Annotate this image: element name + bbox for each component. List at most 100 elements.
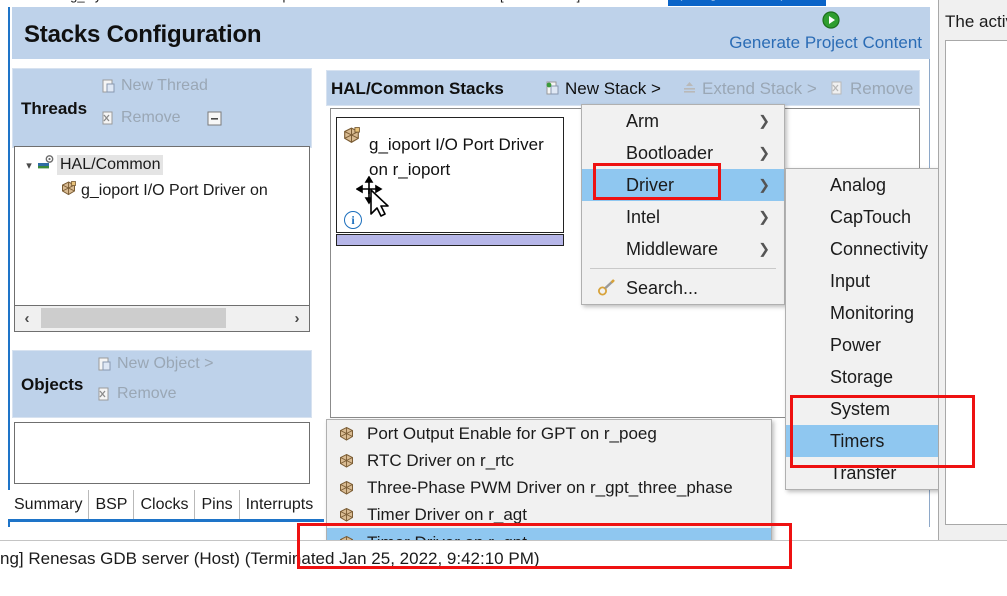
play-circle-green-icon — [822, 11, 840, 29]
menu-item-label: Storage — [830, 367, 893, 388]
new-stack-icon — [545, 81, 560, 96]
tree-item-label: g_ioport I/O Port Driver on — [81, 182, 268, 200]
page-title: Stacks Configuration — [24, 21, 261, 49]
menu-item-label: CapTouch — [830, 207, 911, 228]
tab-pins[interactable]: Pins — [195, 490, 239, 520]
move-cursor-icon — [356, 176, 392, 216]
chevron-left-icon[interactable]: ‹ — [15, 306, 39, 330]
new-stack-button[interactable]: New Stack > — [565, 79, 661, 99]
tab-active-underline — [8, 519, 324, 522]
module-icon — [339, 480, 354, 495]
chevron-right-icon: ❯ — [758, 241, 770, 258]
properties-description-text: The activ — [945, 12, 1007, 32]
menu-item-label: Analog — [830, 175, 886, 196]
threads-tree[interactable]: ▾ HAL/Common g_ioport I/O Port Driver — [14, 146, 310, 306]
chevron-right-icon: ❯ — [758, 209, 770, 226]
hal-common-icon — [37, 155, 57, 175]
menu-item-search[interactable]: Search... — [582, 272, 784, 304]
objects-panel-label: Objects — [21, 375, 83, 395]
menu-item-label: Connectivity — [830, 239, 928, 260]
collapse-all-icon[interactable] — [207, 111, 222, 126]
stacks-header-band: HAL/Common Stacks New Stack > Extend Sta… — [326, 70, 920, 106]
menu-item-label: Middleware — [626, 239, 718, 260]
tab-active-configuration[interactable]: (configuration.xml) — [668, 0, 826, 6]
remove-stack-button[interactable]: Remove — [850, 79, 913, 99]
generate-project-content-link[interactable]: Generate Project Content — [729, 33, 922, 53]
tree-item-label: HAL/Common — [57, 155, 163, 175]
menu-item-label: Intel — [626, 207, 660, 228]
chevron-right-icon[interactable]: › — [285, 306, 309, 330]
menu-separator — [590, 268, 776, 269]
tab-main-c[interactable]: main.c — [400, 0, 438, 3]
status-bar-text: ng] Renesas GDB server (Host) (Terminate… — [0, 549, 540, 569]
menu-item-label: Input — [830, 271, 870, 292]
new-object-icon — [97, 357, 112, 372]
tab-interrupts[interactable]: Interrupts — [240, 490, 320, 520]
menu-item-label: Arm — [626, 111, 659, 132]
module-icon — [343, 127, 360, 149]
menu-item-port-output-enable-poeg[interactable]: Port Output Enable for GPT on r_poeg — [327, 420, 771, 447]
status-bar: ng] Renesas GDB server (Host) (Terminate… — [0, 540, 1007, 596]
tab-summary[interactable]: Summary — [8, 490, 89, 520]
menu-item-timer-driver-agt[interactable]: Timer Driver on r_agt — [327, 501, 771, 528]
remove-stack-icon — [830, 81, 845, 96]
remove-object-icon — [97, 387, 112, 402]
tree-item-hal-common[interactable]: ▾ HAL/Common — [21, 153, 163, 177]
menu-item-label: Port Output Enable for GPT on r_poeg — [367, 424, 657, 444]
tab-cfg-layout[interactable]: cfg_layout — [60, 0, 119, 3]
app-root: cfg_layout startup main.c [Renesas RA] (… — [0, 0, 1007, 596]
menu-item-label: Transfer — [830, 463, 896, 484]
menu-item-middleware[interactable]: Middleware ❯ — [582, 233, 784, 265]
menu-item-arm[interactable]: Arm ❯ — [582, 105, 784, 137]
editor-header-band: Stacks Configuration Generate Project Co… — [12, 7, 930, 59]
tree-item-g-ioport[interactable]: g_ioport I/O Port Driver on — [61, 179, 268, 203]
remove-object-button[interactable]: Remove — [117, 385, 177, 403]
threads-horizontal-scrollbar[interactable]: ‹ › — [14, 306, 310, 332]
menu-item-bootloader[interactable]: Bootloader ❯ — [582, 137, 784, 169]
threads-panel-label: Threads — [21, 99, 87, 119]
tab-clocks[interactable]: Clocks — [134, 490, 195, 520]
threads-panel: Threads New Thread Remove — [12, 68, 312, 148]
menu-item-label: Timer Driver on r_agt — [367, 505, 527, 525]
chevron-right-icon: ❯ — [758, 145, 770, 162]
stack-module-selection-bar — [336, 234, 564, 246]
module-icon — [339, 426, 354, 441]
tree-twisty-expanded-icon[interactable]: ▾ — [21, 159, 37, 172]
new-thread-icon — [101, 79, 116, 94]
menu-item-label: Three-Phase PWM Driver on r_gpt_three_ph… — [367, 478, 733, 498]
tab-startup[interactable]: startup — [250, 0, 290, 3]
stack-module-label: g_ioport I/O Port Driver on r_ioport — [369, 132, 559, 182]
stacks-panel-title: HAL/Common Stacks — [331, 79, 504, 99]
editor-tab-strip[interactable]: cfg_layout startup main.c [Renesas RA] (… — [0, 0, 1007, 7]
remove-thread-button[interactable]: Remove — [121, 109, 181, 127]
module-icon — [339, 453, 354, 468]
menu-item-label: Driver — [626, 175, 674, 196]
tab-bsp[interactable]: BSP — [89, 490, 134, 520]
editor-bottom-tabs[interactable]: Summary BSP Clocks Pins Interrupts — [8, 490, 324, 520]
tab-renesas-ra[interactable]: [Renesas RA] — [500, 0, 580, 3]
tab-active-label: (configuration.xml) — [678, 0, 785, 1]
search-icon — [596, 278, 616, 298]
menu-item-three-phase-pwm-driver[interactable]: Three-Phase PWM Driver on r_gpt_three_ph… — [327, 474, 771, 501]
objects-list[interactable] — [14, 422, 310, 484]
objects-panel: Objects New Object > Remove — [12, 350, 312, 418]
scrollbar-thumb[interactable] — [41, 308, 226, 328]
new-thread-button[interactable]: New Thread — [121, 77, 208, 95]
context-menu-level-1[interactable]: Arm ❯ Bootloader ❯ Driver ❯ Intel ❯ Midd… — [581, 104, 785, 305]
menu-item-label: RTC Driver on r_rtc — [367, 451, 514, 471]
menu-item-label: Power — [830, 335, 881, 356]
module-icon — [61, 181, 81, 201]
menu-item-label: Search... — [626, 278, 698, 299]
properties-content-box[interactable] — [945, 40, 1007, 525]
chevron-right-icon: ❯ — [758, 177, 770, 194]
menu-item-label: Timers — [830, 431, 884, 452]
new-object-button[interactable]: New Object > — [117, 355, 213, 373]
menu-item-label: System — [830, 399, 890, 420]
extend-stack-button[interactable]: Extend Stack > — [702, 79, 817, 99]
menu-item-driver[interactable]: Driver ❯ — [582, 169, 784, 201]
menu-item-rtc-driver[interactable]: RTC Driver on r_rtc — [327, 447, 771, 474]
context-menu-level-3[interactable]: Port Output Enable for GPT on r_poeg RTC… — [326, 419, 772, 559]
module-icon — [339, 507, 354, 522]
menu-item-intel[interactable]: Intel ❯ — [582, 201, 784, 233]
extend-stack-icon — [682, 81, 697, 96]
